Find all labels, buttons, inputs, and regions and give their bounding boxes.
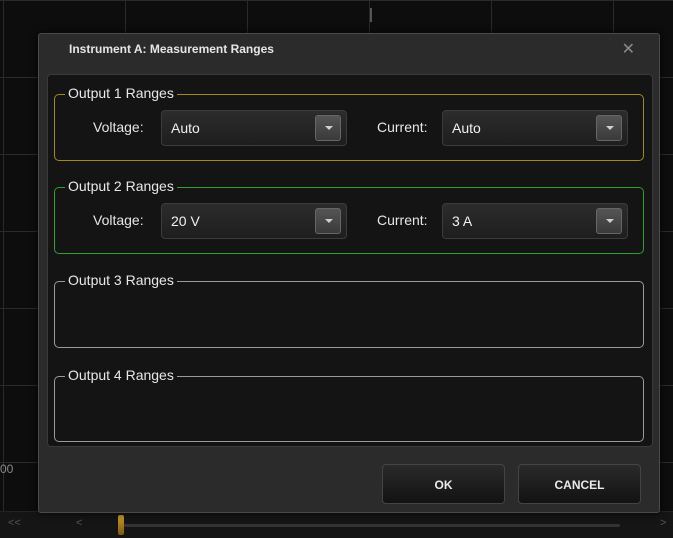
current-label: Current: bbox=[377, 212, 428, 228]
group-label: Output 4 Ranges bbox=[65, 367, 177, 383]
current-value: Auto bbox=[452, 120, 481, 136]
timeline-slider[interactable] bbox=[120, 524, 620, 527]
measurement-ranges-dialog: Instrument A: Measurement Ranges ✕ Outpu… bbox=[38, 33, 660, 513]
group-label: Output 1 Ranges bbox=[65, 85, 177, 101]
chevron-down-icon[interactable] bbox=[315, 208, 341, 234]
output-4-ranges-group: Output 4 Ranges bbox=[54, 367, 644, 442]
close-icon[interactable]: ✕ bbox=[622, 39, 635, 59]
output-2-current-select[interactable]: 3 A bbox=[442, 203, 628, 239]
output-3-ranges-group: Output 3 Ranges bbox=[54, 272, 644, 348]
timeline-bar: << < > bbox=[0, 511, 673, 538]
voltage-label: Voltage: bbox=[93, 212, 144, 228]
output-1-ranges-group: Output 1 Ranges Voltage: Auto Current: A… bbox=[54, 85, 644, 161]
chevron-down-icon[interactable] bbox=[596, 115, 622, 141]
timeline-handle[interactable] bbox=[118, 515, 124, 535]
prev-button[interactable]: < bbox=[76, 517, 82, 529]
axis-label: 00 bbox=[0, 462, 14, 476]
group-label: Output 2 Ranges bbox=[65, 178, 177, 194]
chevron-down-icon[interactable] bbox=[315, 115, 341, 141]
voltage-label: Voltage: bbox=[93, 119, 144, 135]
output-2-voltage-select[interactable]: 20 V bbox=[161, 203, 347, 239]
group-label: Output 3 Ranges bbox=[65, 272, 177, 288]
next-button[interactable]: > bbox=[660, 517, 666, 529]
current-label: Current: bbox=[377, 119, 428, 135]
cancel-button[interactable]: CANCEL bbox=[518, 464, 641, 504]
output-2-ranges-group: Output 2 Ranges Voltage: 20 V Current: 3… bbox=[54, 178, 644, 254]
top-tick-mark bbox=[370, 8, 372, 22]
current-value: 3 A bbox=[452, 213, 473, 229]
dialog-body: Output 1 Ranges Voltage: Auto Current: A… bbox=[47, 74, 653, 447]
output-1-current-select[interactable]: Auto bbox=[442, 110, 628, 146]
voltage-value: 20 V bbox=[171, 213, 200, 229]
chevron-down-icon[interactable] bbox=[596, 208, 622, 234]
output-1-voltage-select[interactable]: Auto bbox=[161, 110, 347, 146]
rewind-button[interactable]: << bbox=[8, 517, 21, 529]
dialog-title: Instrument A: Measurement Ranges bbox=[69, 42, 274, 56]
ok-button[interactable]: OK bbox=[382, 464, 505, 504]
voltage-value: Auto bbox=[171, 120, 200, 136]
